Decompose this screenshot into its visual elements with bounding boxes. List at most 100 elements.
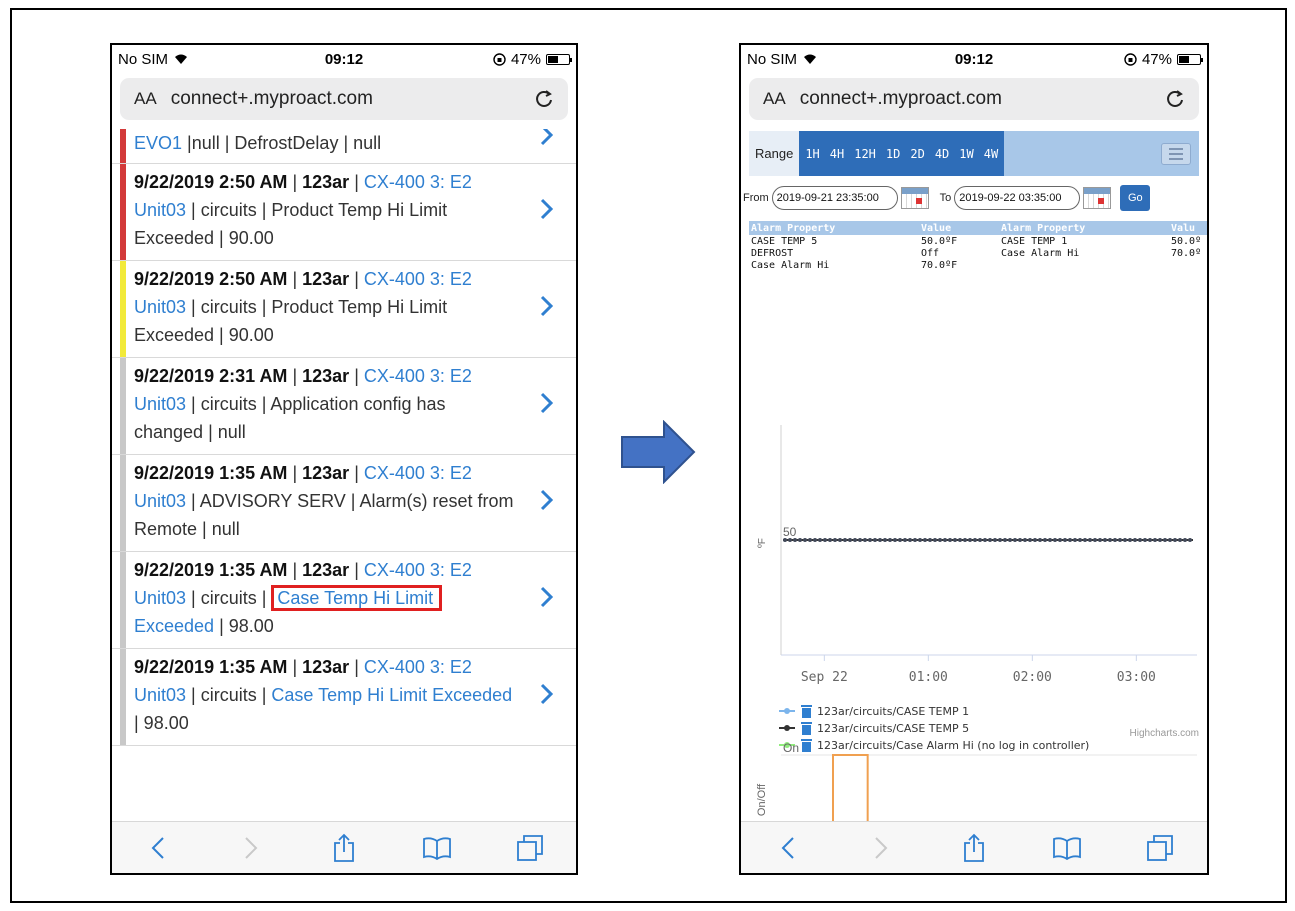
chevron-right-icon[interactable] [540,586,554,608]
table-cell: 50.0ºF [921,235,958,247]
address-bar[interactable]: AA connect+.myproact.com [749,78,1199,120]
legend-item: 123ar/circuits/Case Alarm Hi (no log in … [817,739,1089,752]
wifi-icon [804,54,817,64]
data-point [828,538,832,542]
back-button[interactable] [768,828,808,868]
list-item[interactable]: 9/22/2019 2:31 AM | 123ar | CX-400 3: E2… [112,358,576,455]
list-item[interactable]: 9/22/2019 2:50 AM | 123ar | CX-400 3: E2… [112,164,576,261]
list-item[interactable]: 9/22/2019 1:35 AM | 123ar | CX-400 3: E2… [112,455,576,552]
forward-button[interactable] [231,828,271,868]
alarm-timestamp: 9/22/2019 1:35 AM [134,463,288,483]
alarm-link-continued[interactable]: Exceeded [134,616,214,636]
site-name: 123ar [302,366,350,386]
calendar-icon[interactable] [900,187,929,209]
orientation-lock-icon [493,52,506,66]
trash-lid [801,705,812,707]
table-header: Alarm Property [999,221,1169,235]
share-button[interactable] [324,828,364,868]
range-button-4w[interactable]: 4W [984,147,998,161]
range-selector: Range 1H 4H 12H 1D 2D 4D 1W 4W [749,131,1199,176]
address-bar[interactable]: AA connect+.myproact.com [120,78,568,120]
range-button-4h[interactable]: 4H [830,147,844,161]
list-item[interactable]: 9/22/2019 1:35 AM | 123ar | CX-400 3: E2… [112,552,576,649]
data-point [888,538,892,542]
share-button[interactable] [954,828,994,868]
range-button-12h[interactable]: 12H [854,147,876,161]
back-button[interactable] [138,828,178,868]
table-cell [999,259,1169,271]
y-tick-label: 50 [783,525,797,539]
chevron-right-icon[interactable] [540,392,554,414]
data-point [1133,538,1137,542]
data-point [798,538,802,542]
chevron-right-icon[interactable] [540,198,554,220]
data-point [853,538,857,542]
carrier-label: No SIM [747,50,798,68]
data-point [1003,538,1007,542]
data-point [878,538,882,542]
table-cell: 70.0ºF [921,259,958,271]
go-button[interactable]: Go [1120,185,1151,211]
range-button-2d[interactable]: 2D [910,147,924,161]
battery-percent: 47% [510,50,541,68]
forward-button[interactable] [861,828,901,868]
data-point [1053,538,1057,542]
trash-icon [801,739,812,752]
chevron-left-icon [151,836,165,859]
browser-toolbar [741,821,1207,873]
trash-icon [801,722,812,735]
orientation-lock-icon [1124,52,1137,66]
calendar-icon[interactable] [1083,187,1112,209]
range-button-1h[interactable]: 1H [805,147,819,161]
data-point [823,538,827,542]
phone-alarm-list: No SIM 09:12 47% AA connect+.myproact.co… [110,43,578,875]
chevron-right-icon [875,836,888,859]
data-point [983,538,987,542]
x-tick-label: 02:00 [1013,670,1052,685]
browser-toolbar [112,821,576,873]
chevron-right-icon[interactable] [540,489,554,511]
reader-aa-button[interactable]: AA [134,89,157,109]
bookmarks-button[interactable] [417,828,457,868]
data-point [1123,538,1127,542]
reload-icon[interactable] [1165,89,1185,109]
alarm-text-prefix: | circuits | [186,588,272,608]
chevron-right-icon[interactable] [540,295,554,317]
chevron-right-icon[interactable] [540,683,554,705]
to-date-input[interactable] [954,186,1081,210]
highlighted-alarm-link[interactable]: Case Temp Hi Limit [271,585,443,611]
range-button-1d[interactable]: 1D [886,147,900,161]
data-point [843,538,847,542]
device-link[interactable]: EVO1 [134,133,182,153]
data-point [903,538,907,542]
list-item[interactable]: EVO1 |null | DefrostDelay | null [112,129,576,164]
alarm-link[interactable]: Case Temp Hi Limit Exceeded [271,685,512,705]
alarm-text: | 98.00 [134,713,189,733]
list-item[interactable]: 9/22/2019 1:35 AM | 123ar | CX-400 3: E2… [112,649,576,746]
chart-menu-button[interactable] [1161,142,1191,165]
range-button-1w[interactable]: 1W [959,147,973,161]
table-cell: CASE TEMP 1 [1001,235,1068,247]
data-point [1113,538,1117,542]
data-point [1118,538,1122,542]
tabs-button[interactable] [510,828,550,868]
data-point [938,538,942,542]
reader-aa-button[interactable]: AA [763,89,786,109]
range-button-4d[interactable]: 4D [935,147,949,161]
chevron-right-icon[interactable] [540,129,554,146]
reload-icon[interactable] [534,89,554,109]
data-point [1038,538,1042,542]
data-point [848,538,852,542]
alarm-text: |null | DefrostDelay | null [182,133,382,153]
data-point [1148,538,1152,542]
chart-credits[interactable]: Highcharts.com [1130,728,1199,739]
table-cell: Off [921,247,940,259]
bookmarks-button[interactable] [1047,828,1087,868]
from-date-input[interactable] [771,186,898,210]
data-point [838,538,842,542]
tabs-button[interactable] [1140,828,1180,868]
data-point [783,538,787,542]
list-item[interactable]: 9/22/2019 2:50 AM | 123ar | CX-400 3: E2… [112,261,576,358]
alarm-text: | 98.00 [214,616,274,636]
severity-bar [120,164,126,260]
